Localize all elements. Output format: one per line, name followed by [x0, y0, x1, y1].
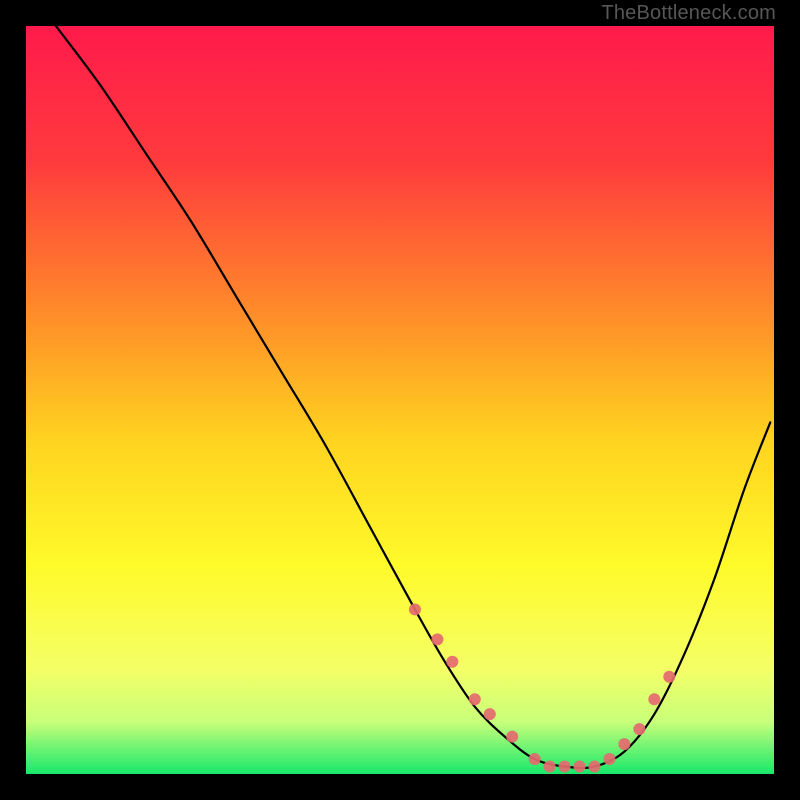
measured-point: [544, 761, 556, 773]
measured-point: [559, 761, 571, 773]
chart-svg: [26, 26, 774, 774]
plot-area: [26, 26, 774, 774]
measured-point: [484, 708, 496, 720]
measured-point: [469, 693, 481, 705]
measured-point: [588, 761, 600, 773]
measured-point: [431, 633, 443, 645]
measured-point: [409, 603, 421, 615]
measured-point: [506, 731, 518, 743]
measured-point: [574, 761, 586, 773]
measured-point: [663, 671, 675, 683]
chart-frame: TheBottleneck.com: [0, 0, 800, 800]
measured-point: [633, 723, 645, 735]
measured-point: [446, 656, 458, 668]
measured-point: [603, 753, 615, 765]
measured-point: [529, 753, 541, 765]
measured-point: [618, 738, 630, 750]
gradient-background: [26, 26, 774, 774]
watermark-text: TheBottleneck.com: [601, 2, 776, 25]
measured-point: [648, 693, 660, 705]
